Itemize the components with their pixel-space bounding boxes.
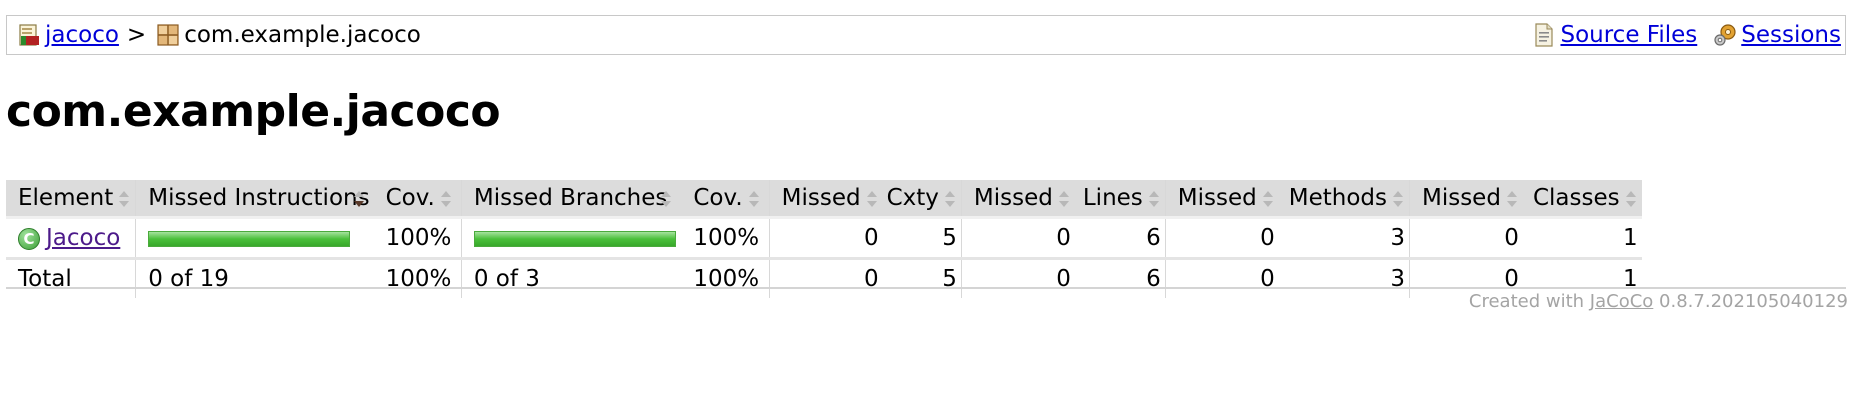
- source-files-item: Source Files: [1532, 22, 1697, 48]
- sort-icon: [866, 190, 877, 207]
- footer-divider: [6, 287, 1846, 289]
- missed-complexity-value: 0: [768, 217, 883, 260]
- missed-classes-value: 0: [1408, 217, 1523, 260]
- sort-icon: [1148, 190, 1159, 207]
- branches-bar-cell: [460, 217, 682, 260]
- sessions-item: Sessions: [1713, 22, 1841, 48]
- instructions-coverage-value: 100%: [373, 217, 462, 260]
- breadcrumb-current: com.example.jacoco: [156, 22, 421, 48]
- header-missed-branches[interactable]: Missed Branches: [460, 180, 682, 219]
- header-complexity[interactable]: Cxty: [882, 180, 962, 219]
- total-row: Total 0 of 19 100% 0 of 3 100% 0 5 0 6 0…: [6, 258, 1642, 298]
- footer-prefix: Created with: [1468, 291, 1585, 312]
- sort-icon: [1506, 190, 1517, 207]
- total-lines: 6: [1146, 266, 1161, 292]
- sort-icon: [748, 190, 759, 207]
- header-element[interactable]: Element: [6, 180, 136, 219]
- page-title: com.example.jacoco: [6, 86, 501, 137]
- lines-value: 6: [1074, 217, 1166, 260]
- sort-icon: [1058, 190, 1069, 207]
- sessions-link[interactable]: Sessions: [1741, 22, 1841, 48]
- source-file-icon: [1535, 23, 1554, 47]
- sort-icon: [440, 190, 451, 207]
- total-methods: 3: [1390, 266, 1405, 292]
- table-row: C Jacoco 100% 100% 0 5 0 6 0 3 0 1: [6, 217, 1642, 260]
- total-complexity: 5: [942, 266, 957, 292]
- breadcrumb-root: jacoco: [17, 22, 119, 48]
- sort-descending-icon: [353, 191, 364, 207]
- header-missed-instructions[interactable]: Missed Instructions: [135, 180, 374, 219]
- table-header-row: Element Missed Instructions Cov. Missed …: [6, 180, 1642, 219]
- coverage-table: Element Missed Instructions Cov. Missed …: [6, 180, 1642, 298]
- header-missed-classes[interactable]: Missed: [1408, 180, 1523, 219]
- sort-icon: [661, 191, 672, 207]
- total-missed-complexity: 0: [768, 258, 883, 298]
- classes-value: 1: [1522, 217, 1642, 260]
- breadcrumb-current-label: com.example.jacoco: [184, 22, 421, 48]
- total-branches: 0 of 3: [460, 258, 682, 298]
- source-files-link[interactable]: Source Files: [1560, 22, 1697, 48]
- row-element-cell: C Jacoco: [6, 217, 136, 260]
- package-icon: [157, 24, 179, 46]
- total-missed-methods: 0: [1164, 258, 1279, 298]
- header-methods[interactable]: Methods: [1278, 180, 1410, 219]
- total-instructions-coverage: 100%: [385, 266, 452, 292]
- sort-icon: [1392, 190, 1403, 207]
- branches-coverage-bar: [473, 230, 676, 247]
- total-label: Total: [18, 266, 72, 292]
- footer: Created with JaCoCo 0.8.7.202105040129: [1469, 291, 1848, 312]
- header-instructions-coverage[interactable]: Cov.: [373, 180, 462, 219]
- missed-lines-value: 0: [960, 217, 1075, 260]
- sort-icon: [944, 190, 955, 207]
- branches-coverage-value: 100%: [681, 217, 770, 260]
- jacoco-link[interactable]: JaCoCo: [1590, 291, 1654, 312]
- missed-methods-value: 0: [1164, 217, 1279, 260]
- breadcrumb-separator: >: [126, 22, 147, 48]
- breadcrumb: jacoco > com.example.jacoco Source Files: [6, 15, 1846, 55]
- sort-icon: [1262, 190, 1273, 207]
- total-instructions: 0 of 19: [135, 258, 374, 298]
- gears-icon: [1714, 24, 1736, 46]
- class-icon: C: [18, 227, 40, 250]
- sort-icon: [1625, 190, 1636, 207]
- methods-value: 3: [1278, 217, 1410, 260]
- breadcrumb-root-link[interactable]: jacoco: [45, 22, 119, 48]
- instructions-coverage-bar: [148, 230, 351, 247]
- total-missed-lines: 0: [960, 258, 1075, 298]
- instructions-bar-cell: [135, 217, 374, 260]
- footer-version: 0.8.7.202105040129: [1659, 291, 1848, 312]
- header-missed-complexity[interactable]: Missed: [768, 180, 883, 219]
- complexity-value: 5: [882, 217, 962, 260]
- sort-icon: [119, 190, 130, 207]
- header-classes[interactable]: Classes: [1522, 180, 1642, 219]
- total-branches-coverage: 100%: [693, 266, 760, 292]
- class-link[interactable]: Jacoco: [46, 225, 120, 251]
- header-missed-lines[interactable]: Missed: [960, 180, 1075, 219]
- report-icon: [19, 24, 39, 46]
- header-branches-coverage[interactable]: Cov.: [681, 180, 770, 219]
- header-lines[interactable]: Lines: [1074, 180, 1166, 219]
- header-missed-methods[interactable]: Missed: [1164, 180, 1279, 219]
